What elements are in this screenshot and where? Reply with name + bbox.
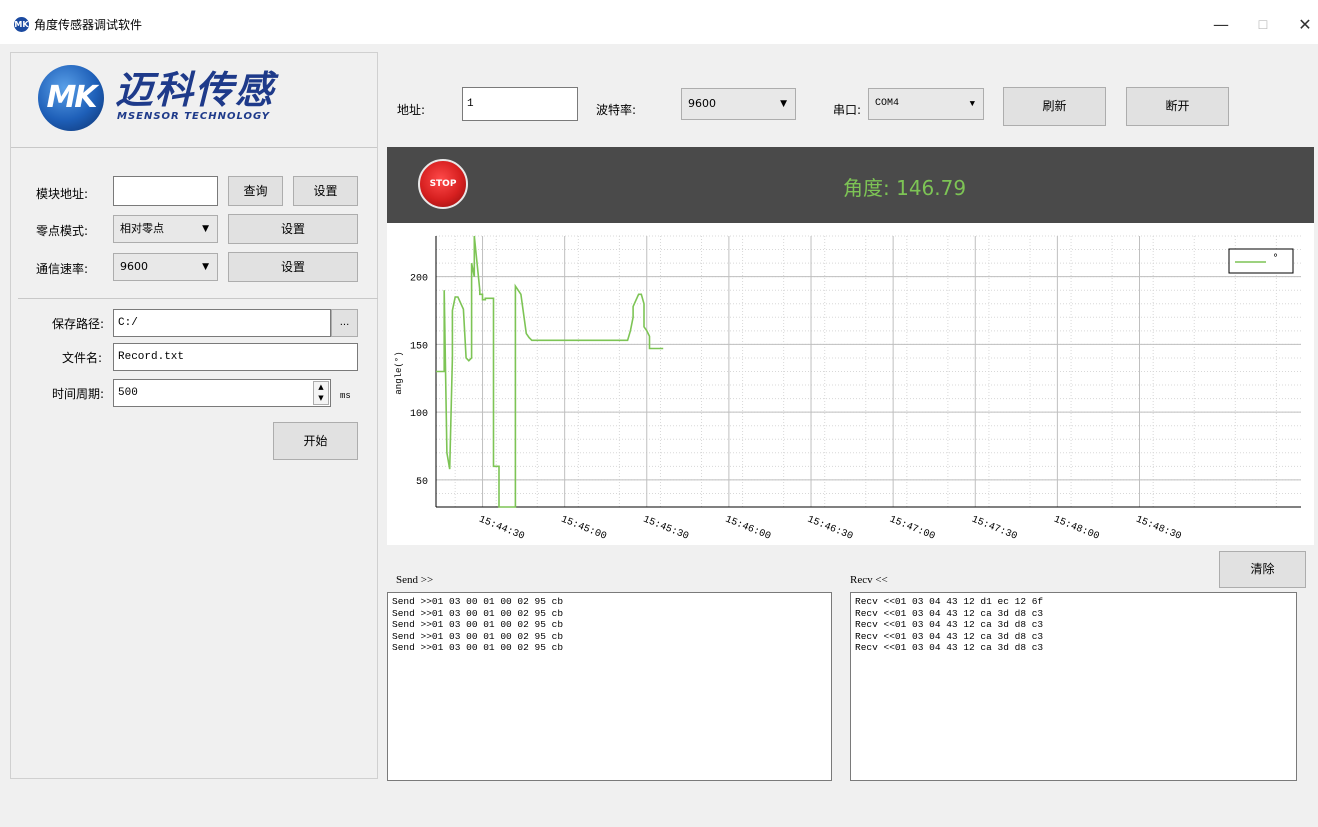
time-period-label: 时间周期: <box>52 387 105 401</box>
close-button[interactable]: ✕ <box>1290 12 1318 38</box>
x-tick-label: 15:44:30 <box>477 515 526 543</box>
zero-mode-label: 零点模式: <box>36 224 89 238</box>
chevron-down-icon: ▼ <box>202 224 209 234</box>
recv-log-line: Recv <<01 03 04 43 12 ca 3d d8 c3 <box>855 607 1044 619</box>
refresh-button[interactable]: 刷新 <box>1003 87 1106 126</box>
baud-rate-value: 9600 <box>120 260 148 273</box>
period-unit: ms <box>340 391 351 401</box>
zero-mode-value: 相对零点 <box>120 222 164 235</box>
save-path-input[interactable]: C:/ <box>113 309 331 337</box>
send-log-line: Send >>01 03 00 01 00 02 95 cb <box>392 619 564 630</box>
file-name-label: 文件名: <box>62 351 103 365</box>
recv-log-line: Recv <<01 03 04 43 12 ca 3d d8 c3 <box>855 642 1044 653</box>
zero-mode-set-button[interactable]: 设置 <box>228 214 358 244</box>
maximize-button[interactable]: ☐ <box>1248 12 1278 38</box>
clear-button[interactable]: 清除 <box>1219 551 1306 588</box>
module-address-input[interactable] <box>113 176 218 206</box>
baud-select[interactable]: 9600 ▼ <box>681 88 796 120</box>
logo-mark: MK <box>38 65 104 131</box>
save-path-label: 保存路径: <box>52 317 105 331</box>
chevron-down-icon: ▼ <box>780 99 787 109</box>
zero-mode-select[interactable]: 相对零点 ▼ <box>113 215 218 243</box>
minimize-button[interactable]: — <box>1206 12 1236 38</box>
address-set-button[interactable]: 设置 <box>293 176 358 206</box>
app-icon: MK <box>14 17 29 32</box>
x-tick-label: 15:45:30 <box>641 515 690 543</box>
legend-label: ° <box>1273 253 1278 264</box>
stepper-down-icon[interactable]: ▼ <box>314 393 328 404</box>
x-tick-label: 15:47:30 <box>970 515 1019 543</box>
x-tick-label: 15:46:30 <box>806 515 855 543</box>
y-tick-label: 100 <box>410 409 428 420</box>
divider <box>11 147 377 148</box>
legend-box <box>1228 248 1294 274</box>
baud-select-value: 9600 <box>688 97 716 110</box>
logo-brand-cn: 迈科传感 <box>115 68 276 112</box>
query-button[interactable]: 查询 <box>228 176 283 206</box>
left-panel <box>10 52 378 779</box>
divider <box>18 298 378 299</box>
port-select-value: COM4 <box>875 98 900 109</box>
y-tick-label: 200 <box>410 274 428 285</box>
recv-log-line: Recv <<01 03 04 43 12 ca 3d d8 c3 <box>855 619 1044 630</box>
y-axis-label: angle(°) <box>394 351 404 394</box>
recv-log-line: Recv <<01 03 04 43 12 ca 3d d8 c3 <box>855 630 1044 642</box>
start-button[interactable]: 开始 <box>273 422 358 460</box>
send-header: Send >> <box>396 574 434 586</box>
disconnect-button[interactable]: 断开 <box>1126 87 1229 126</box>
send-log[interactable]: Send >>01 03 00 01 00 02 95 cb Send >>01… <box>387 592 832 781</box>
recv-log-line: Recv <<01 03 04 43 12 d1 ec 12 6f <box>855 596 1044 607</box>
port-select[interactable]: COM4 ▼ <box>868 88 984 120</box>
y-tick-label: 150 <box>410 341 428 352</box>
x-tick-label: 15:46:00 <box>723 515 772 543</box>
recv-log[interactable]: Recv <<01 03 04 43 12 d1 ec 12 6f Recv <… <box>850 592 1297 781</box>
angle-readout: 角度: 146.79 <box>843 176 967 200</box>
chevron-down-icon: ▼ <box>202 262 209 272</box>
file-name-input[interactable]: Record.txt <box>113 343 358 371</box>
addr-label: 地址: <box>397 103 426 117</box>
period-stepper[interactable]: ▲ ▼ <box>313 381 329 405</box>
baud-rate-label: 通信速率: <box>36 262 89 276</box>
logo-brand-en: MSENSOR TECHNOLOGY <box>117 111 271 122</box>
x-tick-label: 15:47:00 <box>888 515 937 543</box>
time-period-input[interactable]: 500 <box>113 379 331 407</box>
baud-label: 波特率: <box>596 103 637 117</box>
angle-chart: 50 100 150 200 15:44:30 15:45:00 15:45:30 15:46… <box>387 223 1314 545</box>
port-label: 串口: <box>833 103 862 117</box>
x-tick-label: 15:48:00 <box>1052 515 1101 543</box>
title-bar <box>0 0 1318 44</box>
baud-rate-select[interactable]: 9600 ▼ <box>113 253 218 281</box>
send-log-line: Send >>01 03 00 01 00 02 95 cb <box>392 607 564 619</box>
send-log-line: Send >>01 03 00 01 00 02 95 cb <box>392 596 564 607</box>
send-log-line: Send >>01 03 00 01 00 02 95 cb <box>392 630 564 642</box>
stepper-up-icon[interactable]: ▲ <box>314 382 328 393</box>
browse-button[interactable]: ... <box>331 309 358 337</box>
chevron-down-icon: ▼ <box>969 99 975 109</box>
baud-rate-set-button[interactable]: 设置 <box>228 252 358 282</box>
x-tick-label: 15:45:00 <box>559 515 608 543</box>
module-address-label: 模块地址: <box>36 187 89 201</box>
stop-button[interactable]: STOP <box>418 159 468 209</box>
x-tick-label: 15:48:30 <box>1134 515 1183 543</box>
addr-input[interactable]: 1 <box>462 87 578 121</box>
window-title: 角度传感器调试软件 <box>34 18 143 32</box>
y-tick-label: 50 <box>416 477 428 488</box>
recv-header: Recv << <box>850 574 888 586</box>
send-log-line: Send >>01 03 00 01 00 02 95 cb <box>392 642 564 653</box>
chart-svg: 50 100 150 200 15:44:30 15:45:00 15:45:30 15:46… <box>394 235 1301 543</box>
